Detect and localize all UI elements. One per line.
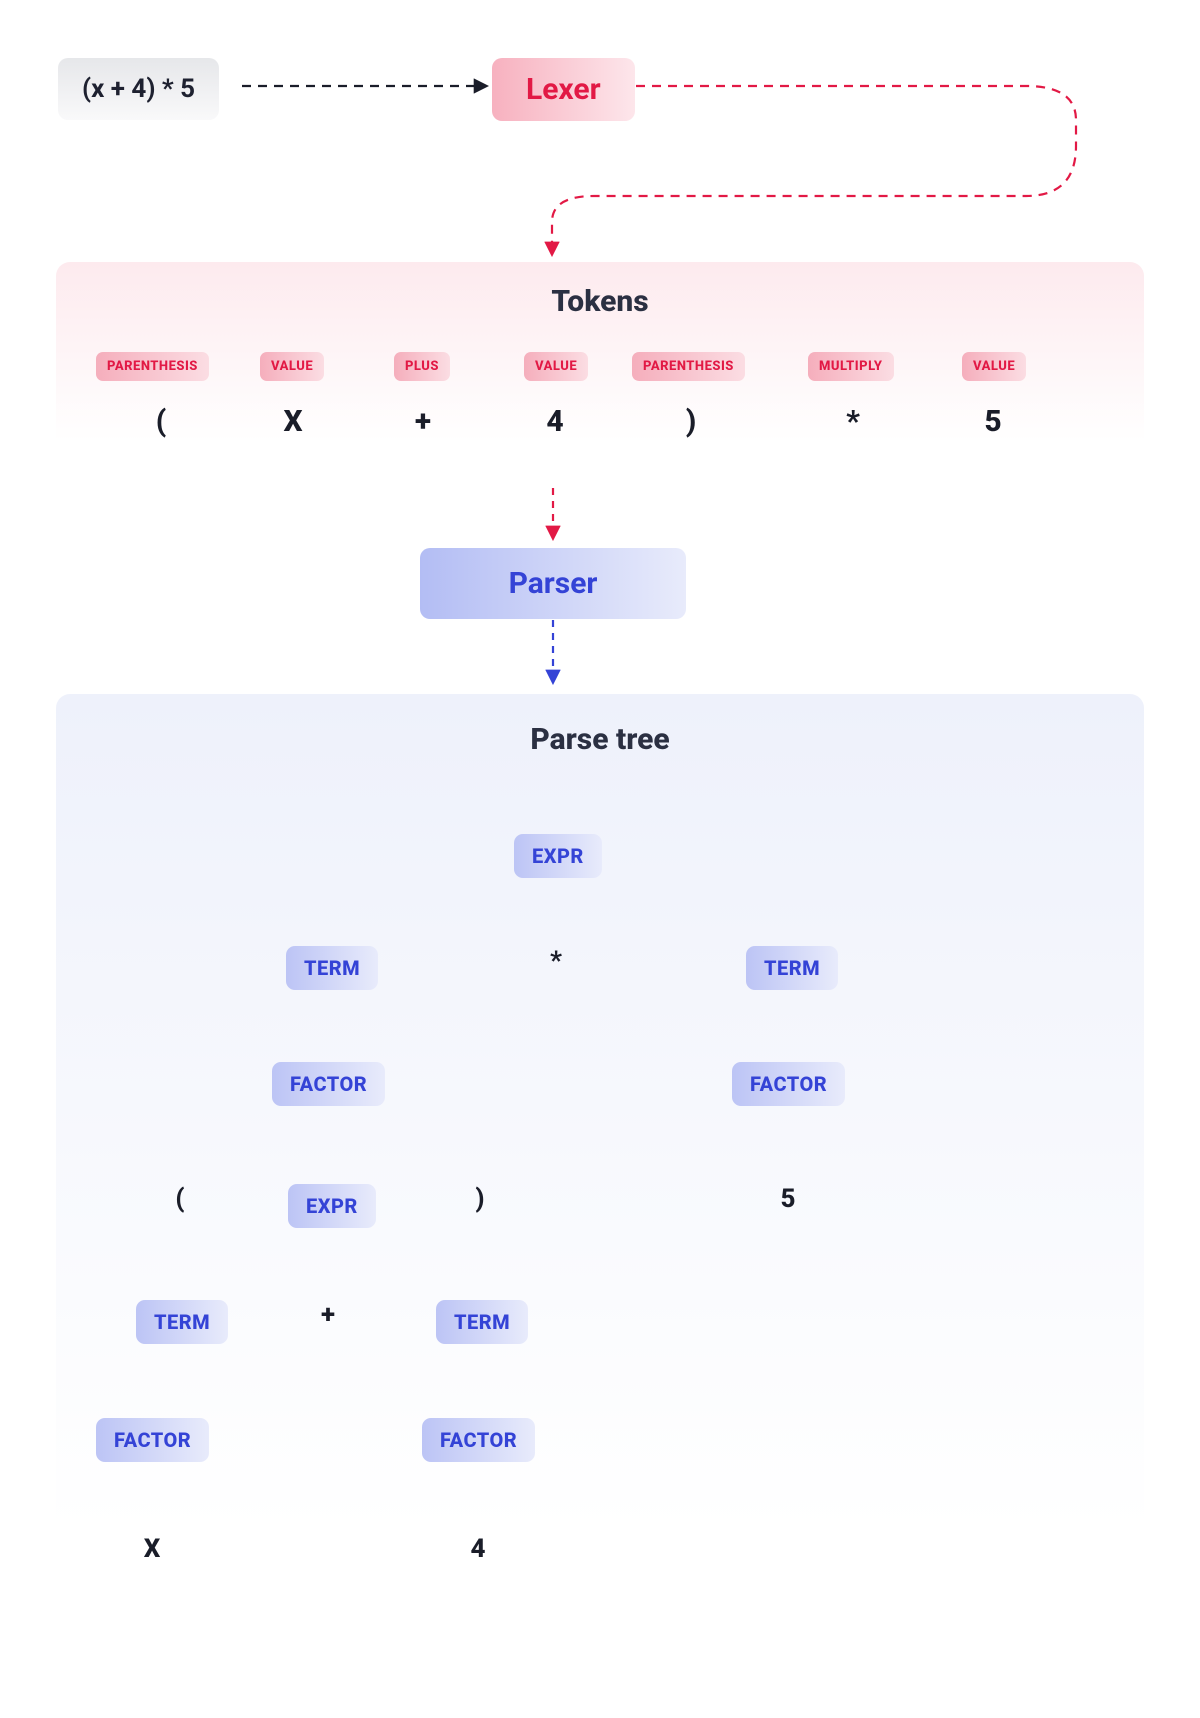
parse-tree-panel: Parse tree xyxy=(56,694,1144,1624)
tokens-title: Tokens xyxy=(56,284,1144,319)
tree-node-term-left: TERM xyxy=(286,946,378,990)
token-type-5: MULTIPLY xyxy=(808,352,894,381)
tree-node-term-right: TERM xyxy=(746,946,838,990)
token-value-1: X xyxy=(278,404,308,439)
source-expression-text: (x + 4) * 5 xyxy=(82,74,195,104)
tree-node-factor-right: FACTOR xyxy=(732,1062,845,1106)
tree-node-expr-root: EXPR xyxy=(514,834,602,878)
tree-leaf-five: 5 xyxy=(776,1184,800,1214)
parser-label: Parser xyxy=(509,566,598,601)
tree-node-term-inner-left: TERM xyxy=(136,1300,228,1344)
tree-node-term-inner-right: TERM xyxy=(436,1300,528,1344)
token-type-1: VALUE xyxy=(260,352,324,381)
token-type-3: VALUE xyxy=(524,352,588,381)
parser-stage: Parser xyxy=(420,548,686,619)
token-type-2: PLUS xyxy=(394,352,450,381)
lexer-stage: Lexer xyxy=(492,58,635,121)
lexer-label: Lexer xyxy=(526,72,601,107)
token-value-0: ( xyxy=(146,404,176,439)
tree-leaf-star: * xyxy=(544,946,568,976)
tree-node-expr-inner: EXPR xyxy=(288,1184,376,1228)
source-expression: (x + 4) * 5 xyxy=(58,58,219,120)
token-value-3: 4 xyxy=(540,404,570,439)
parse-tree-title: Parse tree xyxy=(56,722,1144,757)
token-type-6: VALUE xyxy=(962,352,1026,381)
token-value-5: * xyxy=(838,404,868,439)
token-value-6: 5 xyxy=(978,404,1008,439)
token-value-4: ) xyxy=(676,404,706,439)
tree-node-factor-inner-left: FACTOR xyxy=(96,1418,209,1462)
token-value-2: + xyxy=(408,404,438,439)
token-type-4: PARENTHESIS xyxy=(632,352,745,381)
tree-node-factor-inner-right: FACTOR xyxy=(422,1418,535,1462)
token-type-0: PARENTHESIS xyxy=(96,352,209,381)
tree-leaf-four: 4 xyxy=(466,1534,490,1564)
tree-leaf-plus: + xyxy=(316,1300,340,1330)
tree-leaf-rparen: ) xyxy=(468,1184,492,1214)
tree-leaf-x: X xyxy=(140,1534,164,1564)
tree-leaf-lparen: ( xyxy=(168,1184,192,1214)
tree-node-factor-left: FACTOR xyxy=(272,1062,385,1106)
